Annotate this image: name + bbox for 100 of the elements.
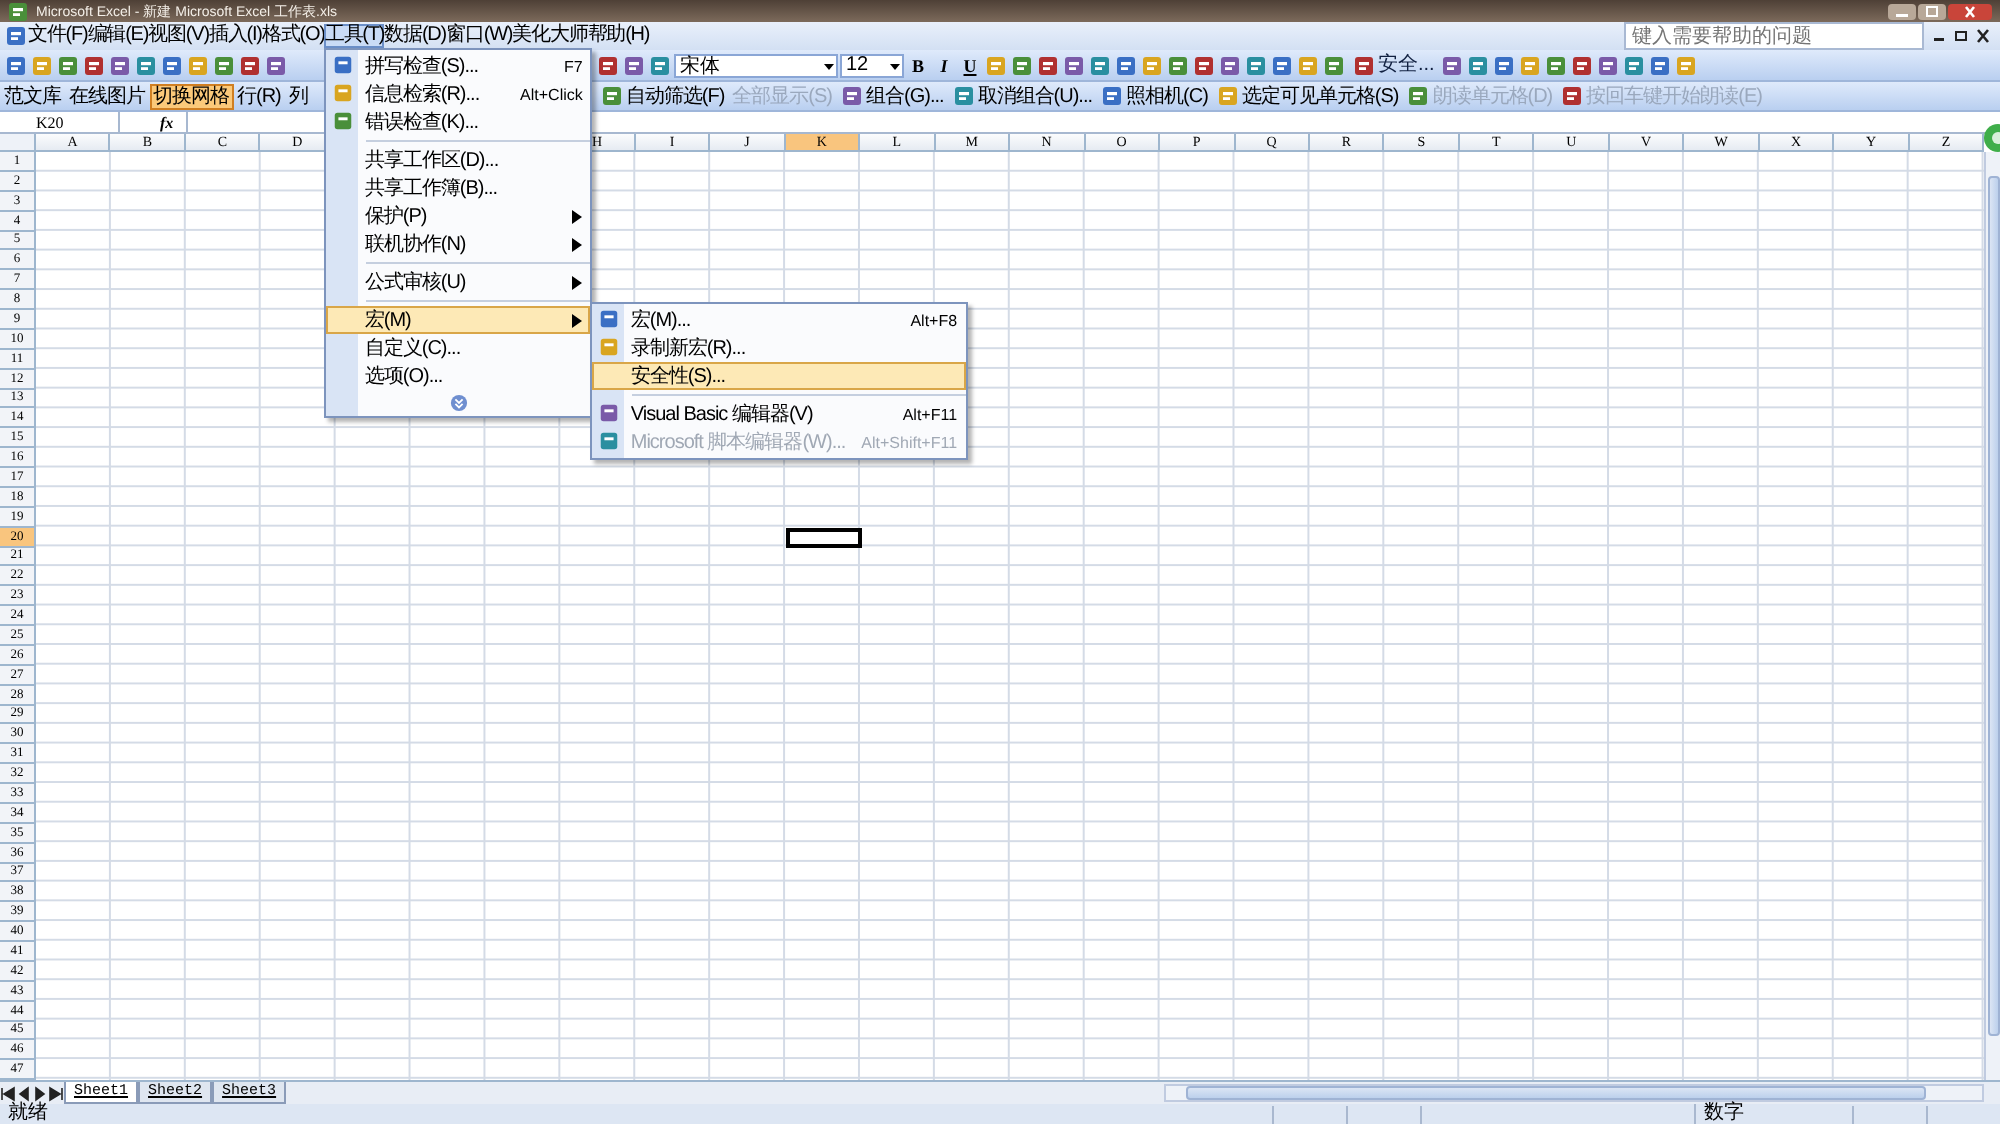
toolbar-icon[interactable]	[4, 53, 28, 77]
format-button[interactable]: I	[932, 53, 956, 77]
font-size-dropdown[interactable]: 12	[840, 53, 904, 77]
toolbar-button[interactable]: 行(R)	[233, 83, 285, 109]
toolbar-icon[interactable]	[1596, 53, 1621, 77]
menu-option[interactable]: 错误检查(K)...	[326, 108, 591, 136]
toolbar-icon[interactable]	[134, 53, 158, 77]
menu-item[interactable]: 格式(O)	[261, 24, 325, 48]
menu-item[interactable]: 帮助(H)	[587, 24, 650, 48]
close-icon[interactable]	[1948, 3, 1992, 19]
toolbar-icon[interactable]	[1114, 53, 1138, 77]
toolbar-icon[interactable]	[1062, 53, 1086, 77]
button-icon[interactable]	[1100, 84, 1125, 108]
expand-icon[interactable]	[449, 393, 468, 411]
active-cell[interactable]	[785, 527, 863, 549]
document-icon[interactable]	[4, 24, 28, 48]
menu-option[interactable]: 录制新宏(R)...	[592, 334, 966, 362]
menu-option[interactable]: 联机协作(N)	[326, 230, 591, 258]
format-button[interactable]: U	[958, 53, 982, 77]
toolbar-icon[interactable]	[212, 53, 236, 77]
toolbar-icon[interactable]	[1036, 53, 1060, 77]
menu-option[interactable]: 共享工作区(D)...	[326, 146, 591, 174]
toolbar-button[interactable]: 范文库	[0, 83, 65, 109]
toolbar-icon[interactable]	[264, 53, 288, 77]
toolbar-button[interactable]: 列	[284, 83, 312, 109]
menu-item[interactable]: 文件(F)	[28, 24, 88, 48]
toolbar-icon[interactable]	[1544, 53, 1569, 77]
menu-option[interactable]: 安全性(S)...	[592, 362, 966, 390]
menu-item-icon	[598, 336, 621, 358]
toolbar-button[interactable]: 切换网格	[149, 83, 233, 109]
horizontal-scrollbar[interactable]	[1164, 1084, 1984, 1102]
toolbar-button[interactable]: 选定可见单元格(S)	[1211, 82, 1403, 110]
toolbar-icon[interactable]	[160, 53, 184, 77]
menu-item[interactable]: 美化大师	[512, 24, 588, 48]
toolbar-icon[interactable]	[1440, 53, 1465, 77]
menu-option[interactable]: 自定义(C)...	[326, 334, 591, 362]
menu-item-icon	[332, 82, 355, 104]
format-button[interactable]: B	[906, 53, 930, 77]
document-window-controls-icon[interactable]	[1932, 28, 1992, 44]
menu-option[interactable]: 共享工作簿(B)...	[326, 174, 591, 202]
toolbar-icon[interactable]	[1466, 53, 1491, 77]
menu-item[interactable]: 工具(T)	[324, 24, 385, 48]
menu-item[interactable]: 数据(D)	[384, 24, 447, 48]
vertical-scrollbar[interactable]	[1984, 152, 2000, 1080]
font-dropdown[interactable]: 宋体	[674, 53, 838, 77]
name-box[interactable]: K20	[0, 112, 120, 132]
menu-option[interactable]: 选项(O)...	[326, 362, 591, 390]
help-search-field[interactable]: 键入需要帮助的问题	[1624, 22, 1924, 50]
toolbar-icon[interactable]	[1218, 53, 1242, 77]
sheet-nav-icon[interactable]	[0, 1085, 16, 1101]
toolbar-icon[interactable]	[238, 53, 262, 77]
menu-option[interactable]: 宏(M)	[326, 306, 591, 334]
toolbar-icon[interactable]	[648, 53, 672, 77]
toolbar-icon[interactable]	[1244, 53, 1268, 77]
menu-item-icon	[598, 308, 621, 330]
toolbar-icon[interactable]	[1648, 53, 1673, 77]
sheet-nav-icon[interactable]	[48, 1085, 64, 1101]
menu-item[interactable]: 窗口(W)	[446, 24, 513, 48]
function-label[interactable]: fx	[120, 113, 186, 131]
toolbar-icon[interactable]	[1322, 53, 1346, 77]
button-icon[interactable]	[599, 84, 624, 108]
toolbar-icon[interactable]	[1166, 53, 1190, 77]
maximize-icon[interactable]	[1918, 3, 1946, 19]
toolbar-icon[interactable]	[1570, 53, 1595, 77]
shortcut-label: Alt+F11	[900, 405, 958, 423]
toolbar-icon[interactable]	[1088, 53, 1112, 77]
submenu-arrow-icon	[572, 275, 583, 289]
toolbar-icon[interactable]	[108, 53, 132, 77]
toolbar-icon[interactable]	[56, 53, 80, 77]
cell-grid[interactable]	[36, 152, 1984, 1080]
button-icon[interactable]	[951, 84, 976, 108]
toolbar-icon[interactable]	[1270, 53, 1294, 77]
button-icon[interactable]	[840, 84, 865, 108]
toolbar-icon[interactable]	[82, 53, 106, 77]
menu-option[interactable]: 保护(P)	[326, 202, 591, 230]
toolbar-button[interactable]: 自动筛选(F)	[595, 82, 729, 110]
menu-item[interactable]: 插入(I)	[208, 24, 262, 48]
menu-option[interactable]: 拼写检查(S)... F7	[326, 52, 591, 80]
toolbar-button[interactable]: 安全...	[1348, 51, 1439, 79]
menu-option[interactable]: Visual Basic 编辑器(V) Alt+F11	[592, 400, 966, 428]
menu-option[interactable]: 宏(M)... Alt+F8	[592, 306, 966, 334]
menu-item[interactable]: 编辑(E)	[87, 24, 149, 48]
menu-item-icon	[598, 430, 621, 452]
menu-option[interactable]: 信息检索(R)... Alt+Click	[326, 80, 591, 108]
shortcut-label: F7	[562, 57, 583, 75]
app-icon[interactable]	[6, 0, 30, 23]
menu-item[interactable]: 视图(V)	[148, 24, 209, 48]
minimize-icon[interactable]	[1888, 3, 1916, 19]
shortcut-label: Alt+F8	[908, 311, 958, 329]
toolbar-icon[interactable]	[1010, 53, 1034, 77]
toolbar-button[interactable]: 组合(G)...	[836, 82, 948, 110]
menu-option[interactable]: 公式审核(U)	[326, 268, 591, 296]
toolbar-button[interactable]: 取消组合(U)...	[947, 82, 1097, 110]
toolbar-button[interactable]: 在线图片	[65, 83, 149, 109]
toolbar-icon[interactable]	[596, 53, 620, 77]
toolbar-icon[interactable]	[1622, 53, 1647, 77]
toolbar-icon[interactable]	[1192, 53, 1216, 77]
toolbar-button[interactable]: 照相机(C)	[1096, 82, 1212, 110]
toolbar-icon[interactable]	[1492, 53, 1517, 77]
toolbar-icon[interactable]	[622, 53, 646, 77]
